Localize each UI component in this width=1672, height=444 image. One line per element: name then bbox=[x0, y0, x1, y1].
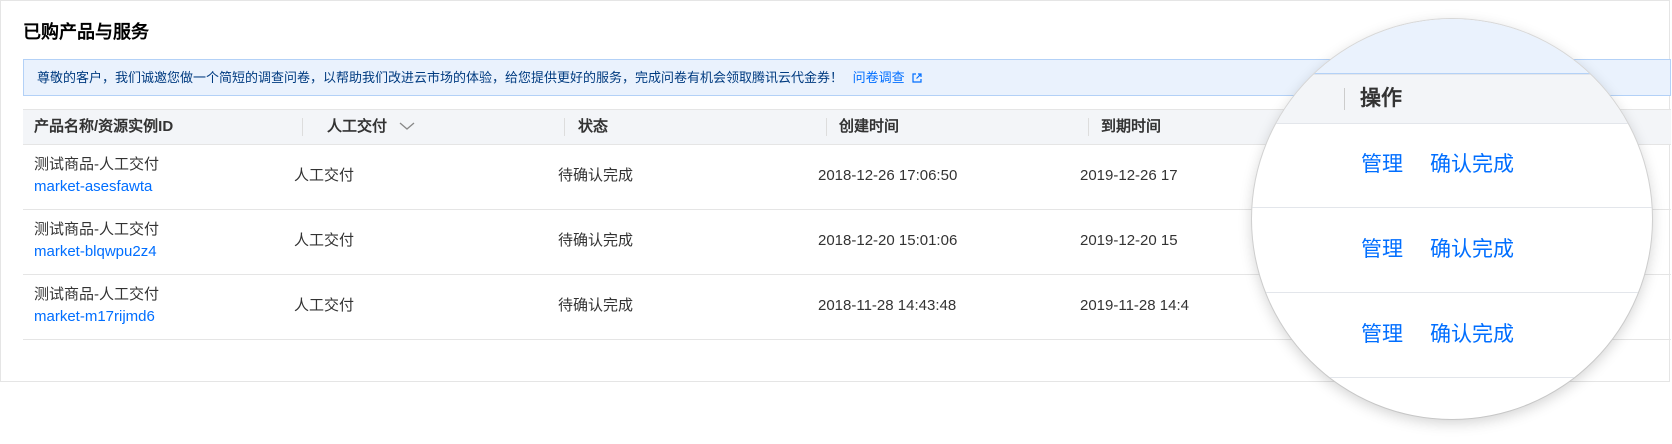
notice-text: 尊敬的客户，我们诚邀您做一个简短的调查问卷，以帮助我们改进云市场的体验，给您提供… bbox=[37, 70, 844, 85]
status-cell: 待确认完成 bbox=[558, 232, 634, 249]
created-cell: 2018-12-26 17:06:50 bbox=[818, 167, 958, 184]
product-name: 测试商品-人工交付 bbox=[34, 156, 159, 173]
status-cell: 待确认完成 bbox=[558, 297, 634, 314]
confirm-complete-button[interactable]: 确认完成 bbox=[1430, 123, 1514, 207]
page-title: 已购产品与服务 bbox=[23, 22, 149, 42]
delivery-cell: 人工交付 bbox=[294, 232, 355, 249]
survey-link-label: 问卷调查 bbox=[852, 70, 905, 85]
delivery-cell: 人工交付 bbox=[294, 167, 355, 184]
magnifier-lens: 操作 管理 确认完成 管理 确认完成 管理 确认完成 bbox=[1252, 19, 1652, 419]
expire-cell: 2019-11-28 14:4 bbox=[1080, 297, 1189, 314]
expire-cell: 2019-12-20 15 bbox=[1080, 232, 1178, 249]
product-cell: 测试商品-人工交付 market-m17rijmd6 bbox=[34, 284, 159, 328]
col-divider bbox=[302, 118, 303, 136]
col-header-delivery[interactable]: 人工交付 bbox=[327, 110, 415, 144]
manage-button[interactable]: 管理 bbox=[1361, 208, 1403, 292]
survey-link[interactable]: 问卷调查 bbox=[853, 70, 923, 85]
actions-row: 管理 确认完成 bbox=[1252, 208, 1652, 293]
col-header-created: 创建时间 bbox=[839, 118, 900, 135]
product-name: 测试商品-人工交付 bbox=[34, 221, 159, 238]
col-header-name: 产品名称/资源实例ID bbox=[34, 118, 174, 135]
col-header-status: 状态 bbox=[578, 118, 609, 135]
delivery-cell: 人工交付 bbox=[294, 297, 355, 314]
created-cell: 2018-12-20 15:01:06 bbox=[818, 232, 958, 249]
instance-id-link[interactable]: market-asesfawta bbox=[34, 176, 159, 198]
confirm-complete-button[interactable]: 确认完成 bbox=[1430, 293, 1514, 377]
chevron-down-icon bbox=[399, 110, 415, 144]
actions-row: 管理 确认完成 bbox=[1252, 293, 1652, 378]
status-cell: 待确认完成 bbox=[558, 167, 634, 184]
manage-button[interactable]: 管理 bbox=[1361, 293, 1403, 377]
product-cell: 测试商品-人工交付 market-blqwpu2z4 bbox=[34, 219, 159, 263]
product-name: 测试商品-人工交付 bbox=[34, 286, 159, 303]
col-divider bbox=[1344, 88, 1345, 110]
created-cell: 2018-11-28 14:43:48 bbox=[818, 297, 957, 314]
col-divider bbox=[826, 118, 827, 136]
actions-row: 管理 确认完成 bbox=[1252, 123, 1652, 208]
instance-id-link[interactable]: market-blqwpu2z4 bbox=[34, 241, 159, 263]
col-header-actions: 操作 bbox=[1360, 87, 1402, 110]
manage-button[interactable]: 管理 bbox=[1361, 123, 1403, 207]
instance-id-link[interactable]: market-m17rijmd6 bbox=[34, 306, 159, 328]
delivery-filter-label: 人工交付 bbox=[327, 118, 388, 135]
confirm-complete-button[interactable]: 确认完成 bbox=[1430, 208, 1514, 292]
product-cell: 测试商品-人工交付 market-asesfawta bbox=[34, 154, 159, 198]
col-divider bbox=[1088, 118, 1089, 136]
lens-notice-band bbox=[1252, 19, 1652, 74]
col-header-expire: 到期时间 bbox=[1101, 118, 1162, 135]
external-link-icon bbox=[912, 61, 922, 96]
lens-table-header: 操作 bbox=[1252, 74, 1652, 124]
expire-cell: 2019-12-26 17 bbox=[1080, 167, 1178, 184]
col-divider bbox=[564, 118, 565, 136]
